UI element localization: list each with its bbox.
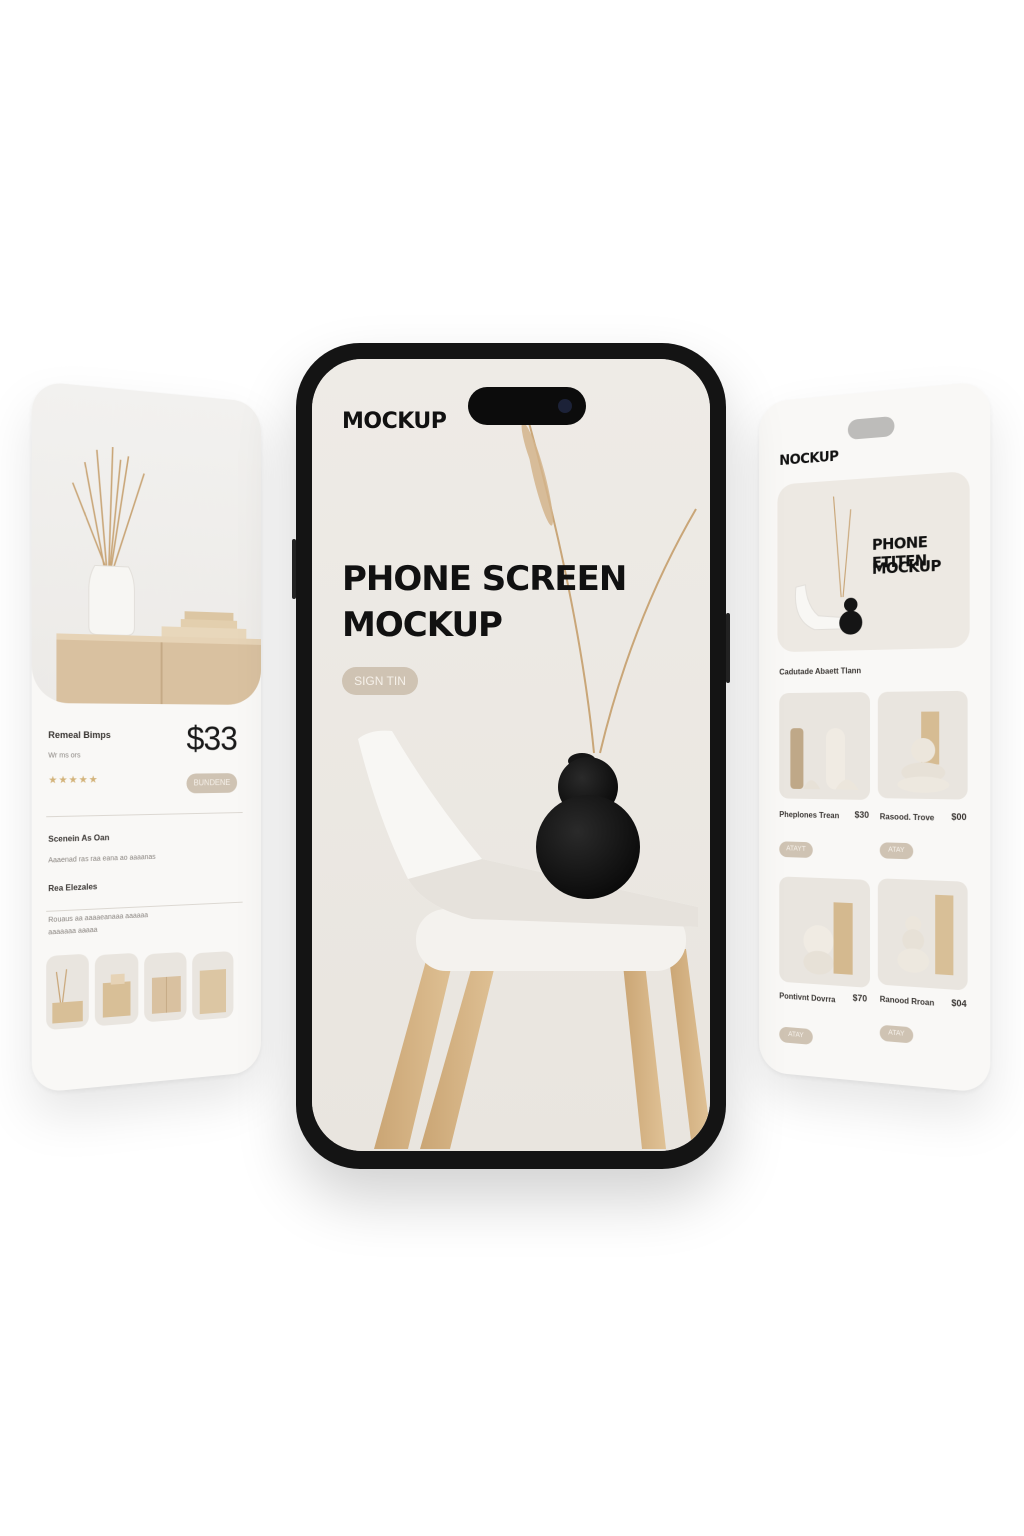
product-price-3: $70 xyxy=(852,992,868,1004)
cabinet-with-vase-illustration xyxy=(56,381,261,706)
thumbnail-2[interactable] xyxy=(94,952,139,1027)
section-text-3: aaaaaaa aaaaa xyxy=(48,926,98,937)
right-catalog-screen: NOCKUP PHONE ETITEN MOCKUP Cadutade Abae… xyxy=(759,380,991,1094)
section-text: Aaaenad ras raa eana ao aaaanas xyxy=(48,853,156,865)
phone-frame: MOCKUP PHONE SCREEN MOCKUP SIGN TIN xyxy=(292,343,730,1169)
product-subtitle: Wr ms ors xyxy=(48,752,81,760)
product-name-1: Pheplones Trean xyxy=(779,810,840,821)
buy-button[interactable]: BUNDENE xyxy=(186,773,238,794)
catalog-section-title: Cadutade Abaett Tlann xyxy=(779,666,862,677)
side-button-left xyxy=(292,539,296,599)
product-card-image-2[interactable] xyxy=(877,690,968,800)
product-button-3[interactable]: ATAY xyxy=(779,1026,813,1045)
thumbnail-3[interactable] xyxy=(144,951,187,1023)
divider-2 xyxy=(46,901,243,912)
product-price-2: $00 xyxy=(951,811,967,823)
side-button-right xyxy=(726,613,730,683)
divider xyxy=(46,812,243,818)
rating-stars: ★★★★★ xyxy=(48,774,99,787)
product-price-4: $04 xyxy=(951,997,967,1010)
section-title: Scenein As Oan xyxy=(48,833,110,844)
left-product-screen: Remeal Bimps Wr ms ors $33 ★★★★★ BUNDENE… xyxy=(31,380,261,1094)
hero-headline-line1: PHONE SCREEN xyxy=(342,559,627,599)
product-card-image-4[interactable] xyxy=(877,878,968,991)
product-name-2: Rasood. Trove xyxy=(879,812,935,823)
sign-in-button[interactable]: SIGN TIN xyxy=(342,667,418,695)
app-brand: MOCKUP xyxy=(342,409,447,434)
app-brand: NOCKUP xyxy=(779,448,839,469)
product-price-1: $30 xyxy=(854,809,870,820)
chair-with-vase-illustration xyxy=(312,359,710,1151)
product-price: $33 xyxy=(186,720,237,758)
section-text-2: Rouaus aa aaaaeanaaa aaaaaa xyxy=(48,912,149,925)
dynamic-island xyxy=(468,387,586,425)
product-name-3: Pontivnt Dovrra xyxy=(779,991,836,1005)
product-button-1[interactable]: ATAYT xyxy=(779,841,813,859)
phone-screen: MOCKUP PHONE SCREEN MOCKUP SIGN TIN xyxy=(312,359,710,1151)
thumbnail-4[interactable] xyxy=(192,950,234,1021)
product-name-4: Ranood Rroan xyxy=(879,994,935,1008)
section-title-2: Rea Elezales xyxy=(48,882,98,894)
product-name: Remeal Bimps xyxy=(48,729,111,741)
product-hero-image xyxy=(31,380,261,706)
product-card-image-3[interactable] xyxy=(779,876,871,988)
camera-pill xyxy=(847,415,895,440)
promo-banner[interactable]: PHONE ETITEN MOCKUP xyxy=(777,470,970,653)
banner-headline-line2: MOCKUP xyxy=(871,556,941,578)
hero-headline-line2: MOCKUP xyxy=(342,605,503,645)
product-card-image-1[interactable] xyxy=(779,692,871,800)
thumbnail-1[interactable] xyxy=(46,953,89,1031)
product-button-4[interactable]: ATAY xyxy=(879,1024,914,1044)
camera-lens-icon xyxy=(558,399,572,413)
product-button-2[interactable]: ATAY xyxy=(879,842,914,860)
